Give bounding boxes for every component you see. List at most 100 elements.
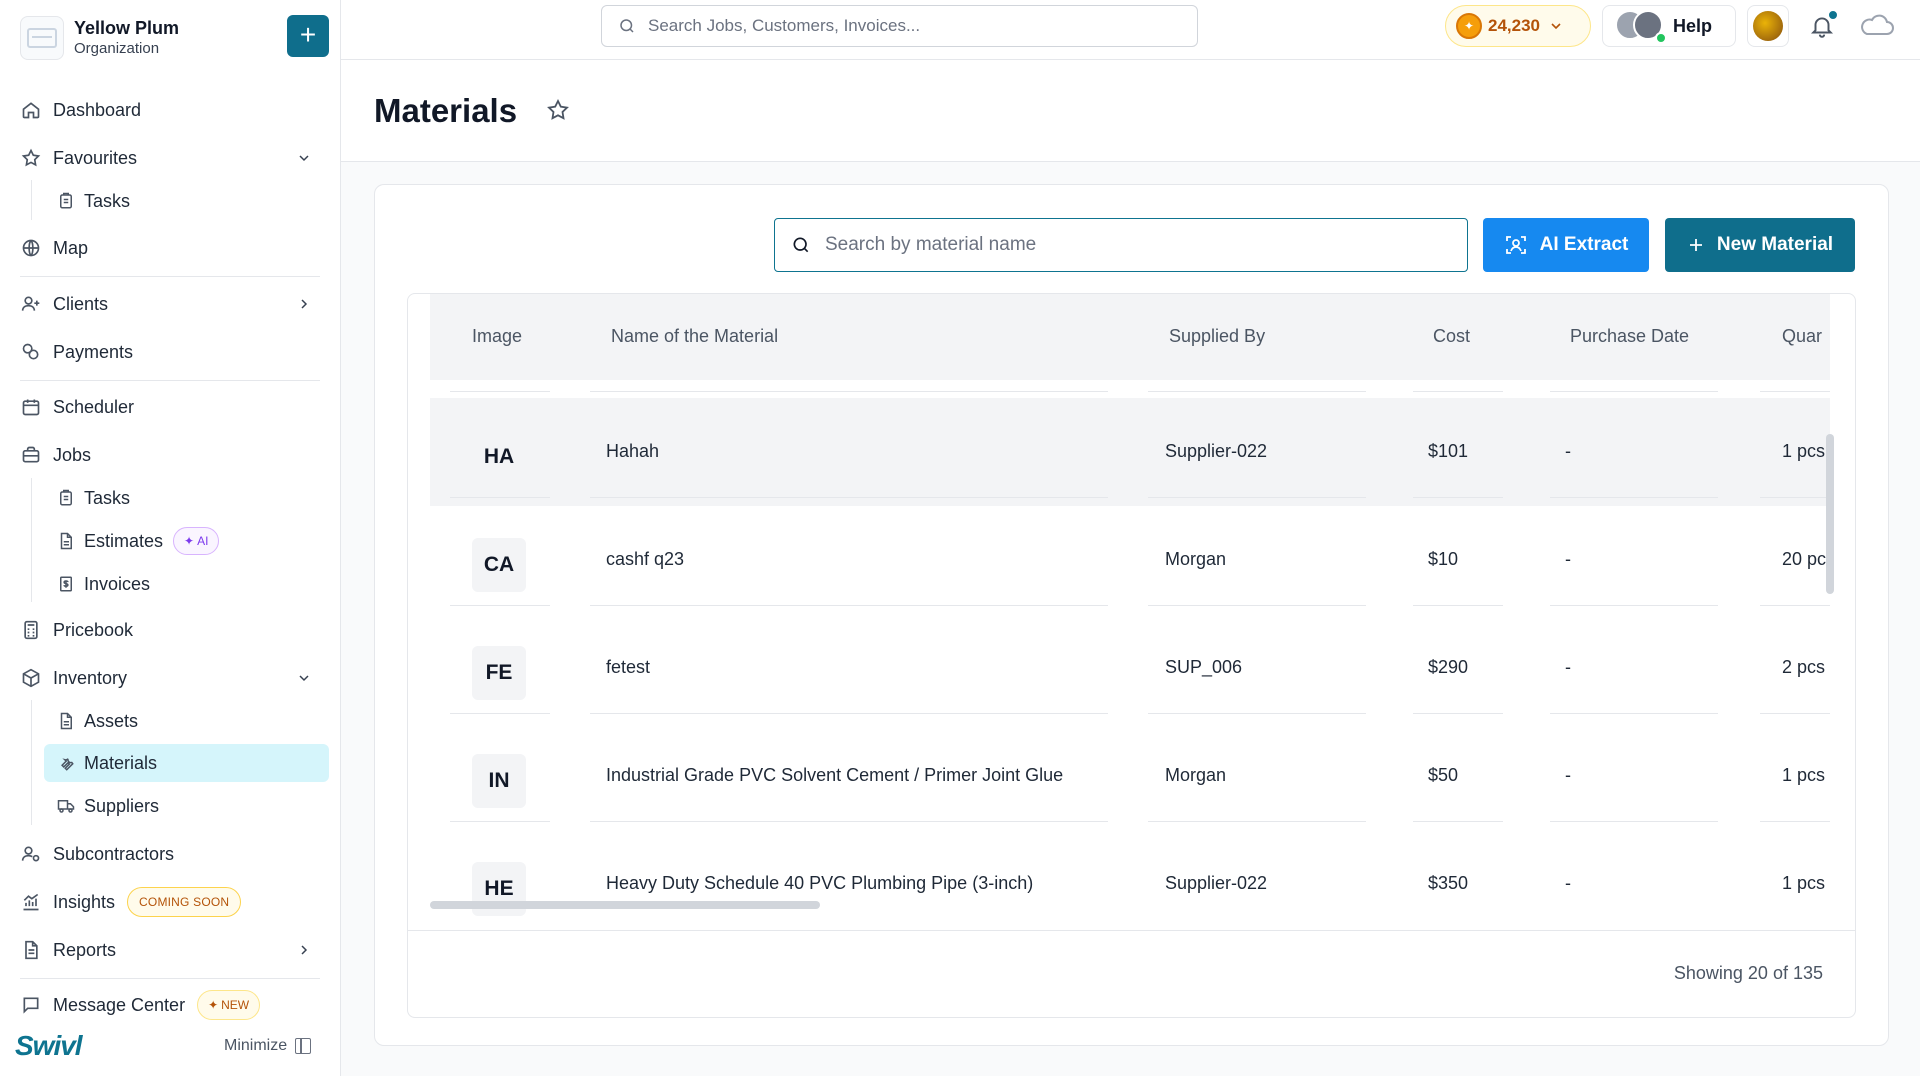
sidebar-item-label: Estimates bbox=[84, 530, 164, 551]
sidebar-item-insights[interactable]: Insights COMING SOON bbox=[20, 882, 320, 922]
table-row[interactable]: FE fetest SUP_006 $290 - 2 pcs bbox=[430, 614, 1830, 722]
material-purchase-date: - bbox=[1565, 657, 1571, 677]
clipboard-icon bbox=[56, 488, 76, 508]
table-row[interactable]: CA cashf q23 Morgan $10 - 20 pc bbox=[430, 506, 1830, 614]
coming-soon-badge: COMING SOON bbox=[127, 887, 242, 917]
table-row[interactable]: HA Hahah Supplier-022 $101 - 1 pcs bbox=[430, 398, 1830, 506]
sidebar-item-payments[interactable]: Payments bbox=[20, 332, 320, 372]
message-icon bbox=[20, 994, 42, 1016]
chevron-down-icon[interactable] bbox=[294, 668, 314, 688]
quick-add-button[interactable]: + bbox=[287, 15, 329, 57]
sidebar-item-inventory[interactable]: Inventory bbox=[20, 658, 320, 698]
vertical-scrollbar[interactable] bbox=[1826, 434, 1834, 594]
ai-extract-button[interactable]: AI Extract bbox=[1483, 218, 1649, 272]
material-supplier: SUP_006 bbox=[1165, 657, 1243, 677]
sidebar-item-clients[interactable]: Clients bbox=[20, 284, 320, 324]
pagination-summary: Showing 20 of 135 bbox=[1673, 963, 1823, 983]
sidebar-item-label: Dashboard bbox=[53, 99, 142, 120]
material-cost: $350 bbox=[1428, 873, 1469, 893]
sidebar-item-label: Jobs bbox=[53, 444, 92, 465]
favourite-star-icon[interactable] bbox=[546, 98, 572, 124]
new-material-button[interactable]: New Material bbox=[1665, 218, 1855, 272]
help-button[interactable]: Help bbox=[1602, 5, 1736, 47]
sidebar-item-label: Payments bbox=[53, 341, 134, 362]
sidebar: Yellow Plum Organization + Dashboard Fav… bbox=[0, 0, 341, 1076]
sparkle-icon: ✦ bbox=[208, 998, 219, 1012]
column-header-purchase-date[interactable]: Purchase Date bbox=[1570, 326, 1689, 347]
org-switcher[interactable]: Yellow Plum Organization bbox=[20, 14, 330, 62]
sidebar-item-pricebook[interactable]: Pricebook bbox=[20, 610, 320, 650]
column-header-cost[interactable]: Cost bbox=[1433, 326, 1470, 347]
material-cost: $50 bbox=[1428, 765, 1459, 785]
chevron-down-icon bbox=[1548, 18, 1564, 34]
notifications-button[interactable] bbox=[1801, 5, 1843, 47]
home-icon bbox=[20, 99, 42, 121]
chevron-down-icon[interactable] bbox=[294, 148, 314, 168]
sidebar-item-assets[interactable]: Assets bbox=[54, 702, 328, 740]
material-cost: $10 bbox=[1428, 549, 1459, 569]
materials-card: AI Extract New Material Image Name of th… bbox=[374, 184, 1889, 1046]
sidebar-item-label: Suppliers bbox=[84, 795, 160, 816]
material-search-input[interactable] bbox=[825, 234, 1425, 256]
sidebar-item-suppliers[interactable]: Suppliers bbox=[54, 787, 328, 825]
briefcase-icon bbox=[20, 444, 42, 466]
search-icon bbox=[791, 235, 811, 255]
sidebar-item-subcontractors[interactable]: Subcontractors bbox=[20, 834, 320, 874]
chevron-right-icon[interactable] bbox=[294, 940, 314, 960]
column-header-quantity[interactable]: Quar bbox=[1782, 326, 1822, 347]
sidebar-item-estimates[interactable]: Estimates ✦ AI bbox=[54, 522, 328, 560]
sidebar-item-label: Favourites bbox=[53, 147, 138, 168]
sidebar-item-favourite-tasks[interactable]: Tasks bbox=[54, 182, 328, 220]
sidebar-item-dashboard[interactable]: Dashboard bbox=[20, 90, 320, 130]
global-search-input[interactable]: Search Jobs, Customers, Invoices... bbox=[601, 5, 1198, 47]
document-icon bbox=[56, 531, 76, 551]
ai-badge-label: AI bbox=[197, 534, 209, 548]
sidebar-item-job-tasks[interactable]: Tasks bbox=[54, 479, 328, 517]
sidebar-item-label: Materials bbox=[84, 752, 158, 773]
wrench-icon bbox=[56, 753, 76, 773]
sidebar-item-materials[interactable]: Materials bbox=[44, 744, 329, 782]
column-header-name[interactable]: Name of the Material bbox=[611, 326, 778, 347]
column-header-image[interactable]: Image bbox=[472, 326, 522, 347]
sparkle-icon: ✦ bbox=[184, 534, 195, 548]
sidebar-item-label: Tasks bbox=[84, 190, 131, 211]
sidebar-item-reports[interactable]: Reports bbox=[20, 930, 320, 970]
coins-value: 24,230 bbox=[1488, 16, 1540, 35]
coins-icon bbox=[20, 341, 42, 363]
material-thumbnail: CA bbox=[472, 538, 526, 592]
minimize-button[interactable]: Minimize bbox=[224, 1037, 312, 1055]
sidebar-item-message-center[interactable]: Message Center ✦ NEW bbox=[20, 985, 320, 1025]
sidebar-item-favourites[interactable]: Favourites bbox=[20, 138, 320, 178]
report-icon bbox=[20, 939, 42, 961]
notification-dot bbox=[1827, 9, 1839, 21]
help-label: Help bbox=[1673, 15, 1713, 36]
horizontal-scrollbar[interactable] bbox=[430, 901, 820, 909]
coins-dropdown[interactable]: ✦ 24,230 bbox=[1445, 5, 1591, 47]
org-name: Yellow Plum bbox=[74, 18, 180, 38]
table-row[interactable]: IN Industrial Grade PVC Solvent Cement /… bbox=[430, 722, 1830, 830]
material-search-field[interactable] bbox=[774, 218, 1468, 272]
app-root: Yellow Plum Organization + Dashboard Fav… bbox=[0, 0, 1920, 1076]
sidebar-item-invoices[interactable]: Invoices bbox=[54, 565, 328, 603]
scan-icon bbox=[1504, 233, 1528, 257]
document-icon bbox=[56, 711, 76, 731]
sidebar-item-jobs[interactable]: Jobs bbox=[20, 435, 320, 475]
chevron-right-icon[interactable] bbox=[294, 294, 314, 314]
global-search-placeholder: Search Jobs, Customers, Invoices... bbox=[648, 16, 921, 35]
sidebar-item-map[interactable]: Map bbox=[20, 228, 320, 268]
table-body: HA Hahah Supplier-022 $101 - 1 pcs CA ca… bbox=[430, 380, 1830, 920]
box-icon bbox=[20, 667, 42, 689]
star-icon bbox=[20, 147, 42, 169]
material-quantity: 20 pc bbox=[1782, 549, 1827, 569]
sidebar-item-label: Clients bbox=[53, 293, 109, 314]
material-supplier: Supplier-022 bbox=[1165, 873, 1268, 893]
online-status-dot bbox=[1655, 32, 1667, 44]
sidebar-item-scheduler[interactable]: Scheduler bbox=[20, 387, 320, 427]
material-quantity: 1 pcs bbox=[1782, 765, 1826, 785]
cloud-icon[interactable] bbox=[1859, 14, 1895, 38]
coin-icon: ✦ bbox=[1456, 13, 1482, 39]
column-header-supplier[interactable]: Supplied By bbox=[1169, 326, 1265, 347]
material-thumbnail: HA bbox=[483, 445, 515, 468]
language-button[interactable] bbox=[1747, 5, 1789, 47]
material-name: Heavy Duty Schedule 40 PVC Plumbing Pipe… bbox=[606, 873, 1034, 893]
